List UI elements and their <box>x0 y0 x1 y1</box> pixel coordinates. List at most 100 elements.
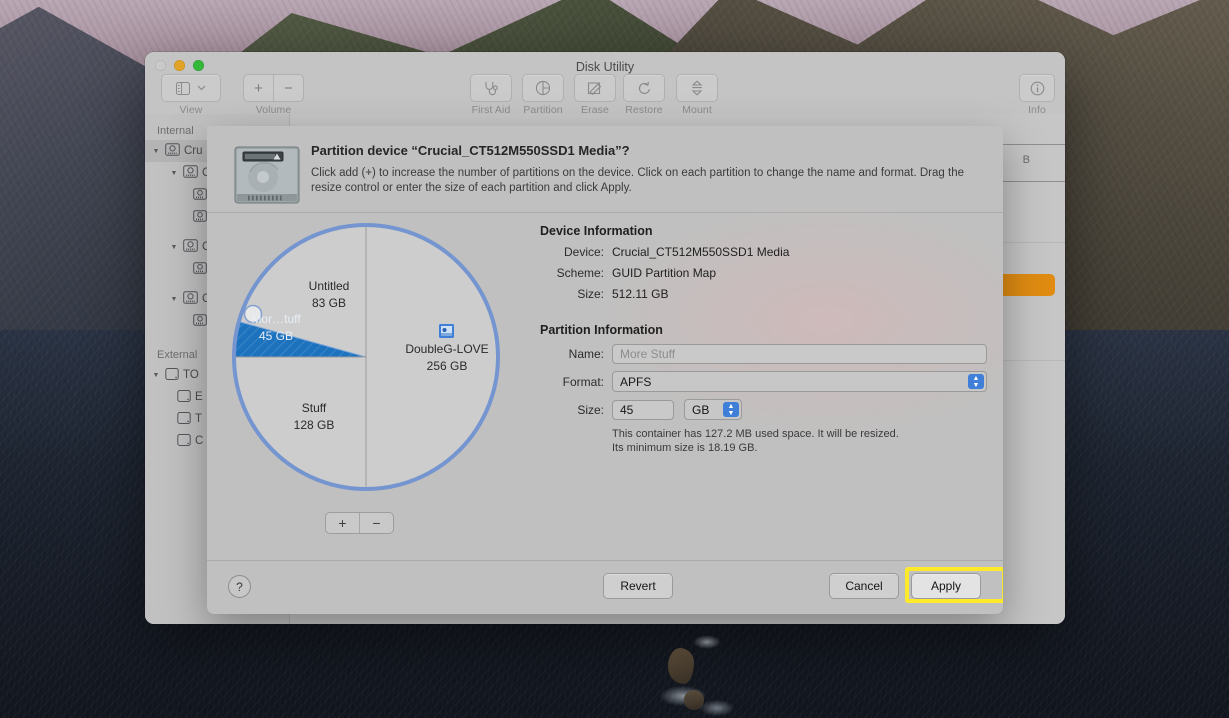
revert-button[interactable]: Revert <box>603 573 673 599</box>
partition-sheet-dialog: Partition device “Crucial_CT512M550SSD1 … <box>207 126 1003 614</box>
remove-partition-button[interactable]: − <box>359 513 393 533</box>
first-aid-button[interactable] <box>470 74 512 102</box>
wallpaper-foam <box>700 700 734 716</box>
sheet-footer-divider <box>207 560 1003 561</box>
disclosure-triangle-icon[interactable]: ▼ <box>151 372 161 379</box>
sheet-footer: ? Revert Cancel Apply <box>207 560 1003 614</box>
slice-label-untitled: Untitled <box>309 279 350 293</box>
disk-utility-window: Disk Utility View <box>145 52 1065 624</box>
sheet-title: Partition device “Crucial_CT512M550SSD1 … <box>311 143 630 158</box>
size-input[interactable]: 45 <box>612 400 674 420</box>
info-icon <box>1030 81 1045 96</box>
pie-chart-icon <box>535 80 551 96</box>
volume-remove-button[interactable]: − <box>273 75 303 101</box>
cancel-button[interactable]: Cancel <box>829 573 899 599</box>
restore-button[interactable] <box>623 74 665 102</box>
device-size-value: 512.11 GB <box>612 287 668 301</box>
slice-label-stuff: Stuff <box>302 401 327 415</box>
partition-information-heading: Partition Information <box>540 323 987 337</box>
mount-icon <box>690 80 704 96</box>
sidebar-icon <box>176 82 190 95</box>
size-row: Size: 45 GB ▲ ▼ <box>540 399 987 420</box>
format-label: Format: <box>540 375 612 389</box>
resize-note-line-2: Its minimum size is 18.19 GB. <box>612 441 987 455</box>
unit-stepper-icon[interactable]: ▲ ▼ <box>723 402 739 417</box>
pie-chart-svg[interactable]: Untitled 83 GB Mor…tuff 45 GB Stuff 128 … <box>231 216 501 506</box>
toolbar-erase-group[interactable]: Erase <box>574 74 616 116</box>
external-disk-icon <box>177 389 191 406</box>
info-button[interactable] <box>1019 74 1055 102</box>
partition-pie-chart[interactable]: Untitled 83 GB Mor…tuff 45 GB Stuff 128 … <box>231 216 501 506</box>
partition-add-remove-control[interactable]: + − <box>325 512 394 534</box>
device-size-row: Size: 512.11 GB <box>540 287 987 301</box>
volume-icon <box>193 210 207 225</box>
wallpaper-rock <box>668 648 694 684</box>
format-select[interactable]: APFS ▲ ▼ <box>612 371 987 392</box>
mount-button[interactable] <box>676 74 718 102</box>
resize-note-line-1: This container has 127.2 MB used space. … <box>612 427 987 441</box>
chevron-up-icon: ▲ <box>973 375 980 382</box>
slice-label-doubleg: DoubleG-LOVE <box>405 342 488 356</box>
sheet-description: Click add (+) to increase the number of … <box>311 166 971 196</box>
internal-disk-icon <box>183 239 198 255</box>
toolbar-first-aid-group[interactable]: First Aid <box>470 74 512 116</box>
toolbar-volume-group[interactable]: + − Volume <box>243 74 304 116</box>
toolbar-info-group[interactable]: Info <box>1019 74 1055 116</box>
slice-size-doubleg: 256 GB <box>427 359 468 373</box>
scheme-row: Scheme: GUID Partition Map <box>540 266 987 280</box>
internal-disk-icon <box>165 143 180 159</box>
partition-action-button[interactable] <box>995 274 1055 296</box>
disclosure-triangle-icon[interactable]: ▼ <box>151 148 161 155</box>
hard-drive-icon <box>232 144 302 206</box>
toolbar-mount-group[interactable]: Mount <box>676 74 718 116</box>
device-size-label: Size: <box>540 287 612 301</box>
sidebar-item-label: C <box>195 435 203 447</box>
device-value: Crucial_CT512M550SSD1 Media <box>612 245 789 259</box>
disclosure-triangle-icon[interactable]: ▼ <box>169 244 179 251</box>
sidebar-item-label: TO <box>183 369 199 381</box>
sidebar-item-label: E <box>195 391 203 403</box>
view-button[interactable] <box>161 74 221 102</box>
window-titlebar[interactable]: Disk Utility View <box>145 52 1065 114</box>
window-title: Disk Utility <box>145 60 1065 74</box>
size-unit-value: GB <box>692 403 709 417</box>
slice-size-stuff: 128 GB <box>294 418 335 432</box>
volume-icon <box>193 262 207 277</box>
name-label: Name: <box>540 347 612 361</box>
toolbar-partition-group[interactable]: Partition <box>522 74 564 116</box>
external-disk-icon <box>165 367 179 384</box>
erase-button[interactable] <box>574 74 616 102</box>
sidebar-item-label: Cru <box>184 145 203 157</box>
volume-add-button[interactable]: + <box>244 75 273 101</box>
chevron-down-icon: ▼ <box>728 410 735 417</box>
device-label: Device: <box>540 245 612 259</box>
format-row: Format: APFS ▲ ▼ <box>540 371 987 392</box>
toolbar: View + − Volume First Aid <box>145 74 1065 114</box>
scheme-value: GUID Partition Map <box>612 266 716 280</box>
size-unit-select[interactable]: GB ▲ ▼ <box>684 399 742 420</box>
disclosure-triangle-icon[interactable]: ▼ <box>169 170 179 177</box>
external-disk-icon <box>177 433 191 450</box>
toolbar-view-group[interactable]: View <box>161 74 221 116</box>
name-row: Name: More Stuff <box>540 344 987 364</box>
toolbar-restore-group[interactable]: Restore <box>623 74 665 116</box>
device-information-heading: Device Information <box>540 224 987 238</box>
volume-segmented-control[interactable]: + − <box>243 74 304 102</box>
add-partition-button[interactable]: + <box>326 513 359 533</box>
external-disk-icon <box>177 411 191 428</box>
slice-size-untitled: 83 GB <box>312 296 346 310</box>
device-row: Device: Crucial_CT512M550SSD1 Media <box>540 245 987 259</box>
help-button[interactable]: ? <box>228 575 251 598</box>
volume-icon <box>193 314 207 329</box>
format-value: APFS <box>620 375 651 389</box>
size-label: Size: <box>540 403 612 417</box>
slice-label-more-stuff: Mor…tuff <box>251 312 301 326</box>
name-input[interactable]: More Stuff <box>612 344 987 364</box>
partition-button[interactable] <box>522 74 564 102</box>
erase-icon <box>587 81 603 96</box>
stethoscope-icon <box>483 81 499 96</box>
disclosure-triangle-icon[interactable]: ▼ <box>169 296 179 303</box>
format-stepper-icon[interactable]: ▲ ▼ <box>968 374 984 389</box>
chevron-up-icon: ▲ <box>728 403 735 410</box>
apply-highlight-annotation <box>905 567 1003 603</box>
